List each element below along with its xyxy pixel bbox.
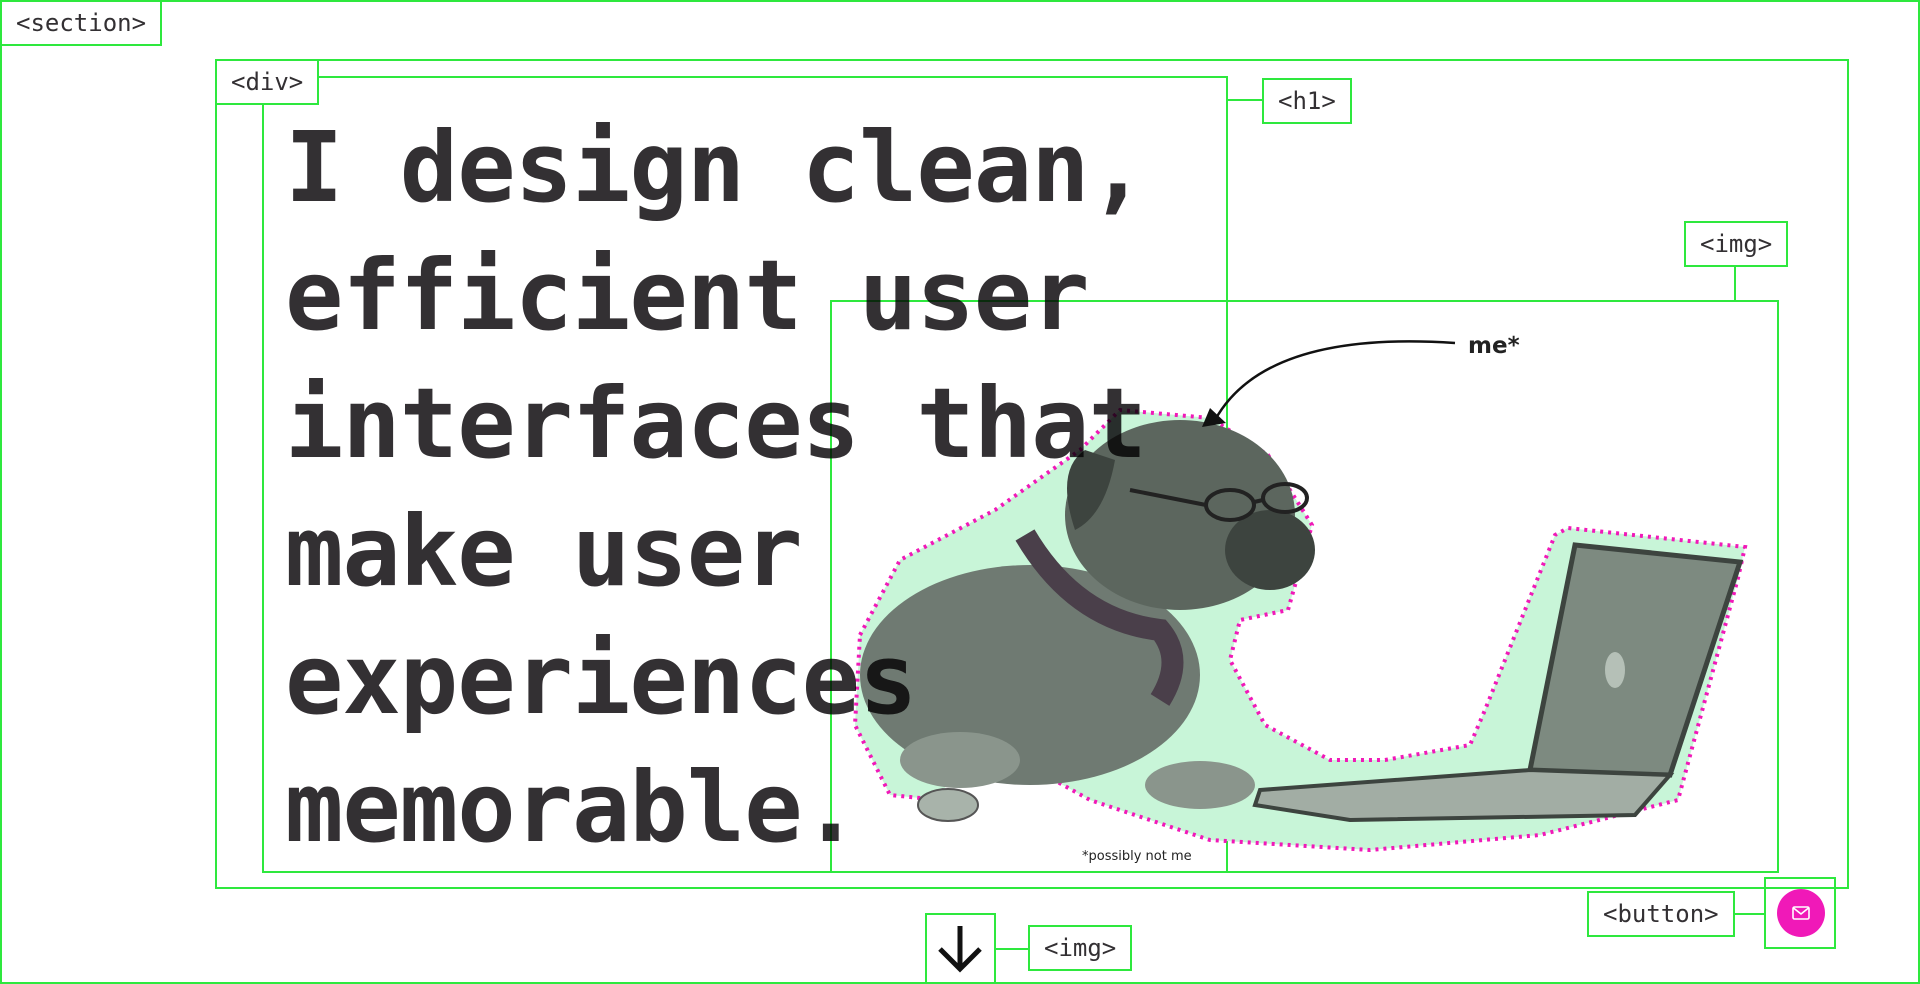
h1-tag-connector bbox=[1228, 99, 1262, 101]
headline-line: efficient user bbox=[285, 239, 1090, 352]
mail-icon bbox=[1792, 906, 1810, 920]
annotation-me: me* bbox=[1468, 333, 1520, 359]
hero-img-tag: <img> bbox=[1684, 221, 1789, 267]
button-tag: <button> bbox=[1587, 891, 1735, 937]
contact-button[interactable] bbox=[1777, 889, 1825, 937]
button-tag-connector bbox=[1731, 913, 1764, 915]
img-tag-connector bbox=[1734, 267, 1736, 300]
headline-line: experiences bbox=[285, 623, 917, 736]
headline-line: make user bbox=[285, 495, 803, 608]
arrow-tag-connector bbox=[996, 948, 1028, 950]
headline-line: interfaces that bbox=[285, 367, 1147, 480]
headline-line: memorable. bbox=[285, 751, 860, 864]
section-tag: <section> bbox=[0, 0, 163, 46]
laptop-logo bbox=[1605, 652, 1625, 688]
page-headline: I design clean, efficient user interface… bbox=[285, 104, 1345, 872]
arrow-down-icon[interactable] bbox=[936, 924, 984, 974]
headline-line: I design clean, bbox=[285, 111, 1147, 224]
div-tag: <div> bbox=[215, 59, 320, 105]
arrow-img-tag: <img> bbox=[1028, 925, 1133, 971]
